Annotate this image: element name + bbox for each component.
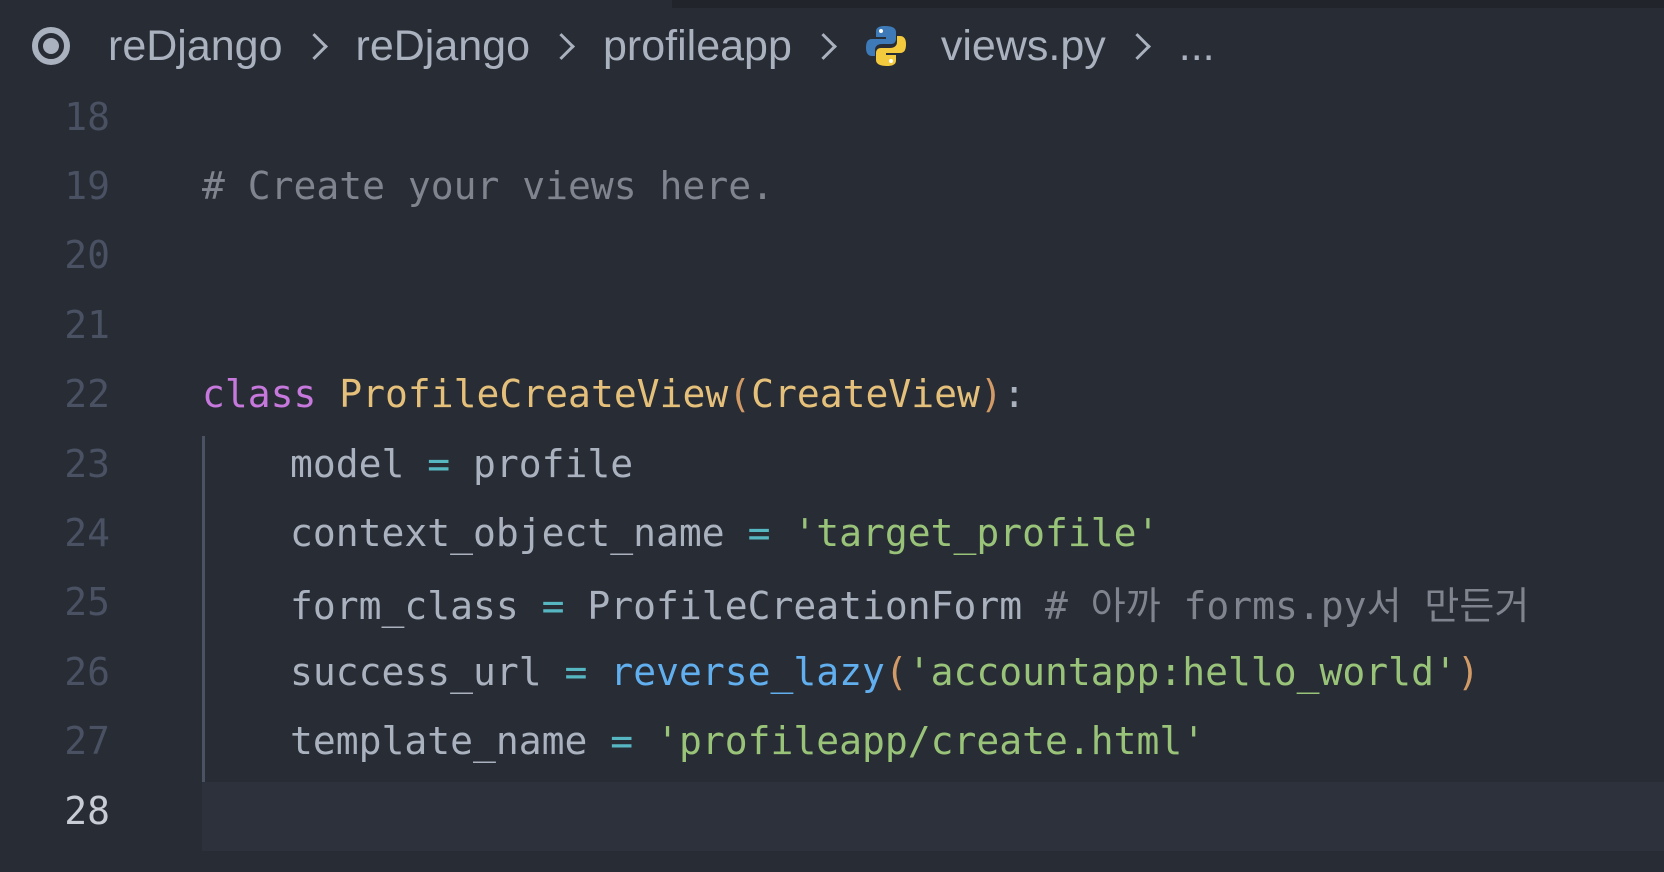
code-text: class ProfileCreateView(CreateView): <box>202 372 1026 416</box>
code-token: = <box>518 583 588 628</box>
chevron-right-icon <box>809 32 837 60</box>
breadcrumb: reDjango reDjango profileapp views.py ..… <box>0 8 1664 84</box>
chevron-right-icon <box>1123 32 1151 60</box>
line-number: 18 <box>64 94 110 139</box>
code-line[interactable]: 27 template_name = 'profileapp/create.htm… <box>0 707 1664 776</box>
code-line[interactable]: 28 <box>0 776 1664 845</box>
code-token: ) <box>979 372 1003 417</box>
line-number: 24 <box>64 510 110 555</box>
code-token: : <box>1002 372 1026 417</box>
chevron-right-icon <box>548 32 575 60</box>
breadcrumb-item-folder[interactable]: profileapp <box>599 22 796 71</box>
code-token: ( <box>728 372 752 417</box>
line-number: 23 <box>64 441 110 486</box>
code-token: 'accountapp:hello_world' <box>907 649 1457 694</box>
line-number: 27 <box>64 719 110 764</box>
code-token: 'profileapp/create.html' <box>656 719 1206 764</box>
code-line[interactable]: 24 context_object_name = 'target_profile' <box>0 498 1664 567</box>
code-line[interactable]: 25 form_class = ProfileCreationForm # 아까 … <box>0 568 1664 637</box>
code-text: context_object_name = 'target_profile' <box>290 511 1159 555</box>
line-number: 22 <box>64 372 110 417</box>
code-token: model <box>290 441 405 486</box>
code-token: template_name <box>290 719 588 764</box>
breadcrumb-item-workspace[interactable]: reDjango <box>104 22 287 71</box>
code-line[interactable]: 20 <box>0 221 1664 290</box>
code-token: ( <box>884 649 908 694</box>
circle-dot-icon <box>32 27 70 65</box>
code-token: CreateView <box>751 372 980 417</box>
line-number: 20 <box>64 233 110 278</box>
line-number: 25 <box>64 580 110 625</box>
code-line[interactable]: 22 class ProfileCreateView(CreateView): <box>0 360 1664 429</box>
line-number: 19 <box>64 163 110 208</box>
code-line[interactable]: 21 <box>0 290 1664 359</box>
code-token: class <box>202 372 317 417</box>
code-token: # 아까 forms.py서 만든거 <box>1022 583 1530 628</box>
code-token: ) <box>1456 649 1480 694</box>
code-token: reverse_lazy <box>610 649 885 694</box>
code-token: # Create your views here. <box>202 163 774 208</box>
code-token: form_class <box>290 583 519 628</box>
code-line[interactable]: 26 success_url = reverse_lazy('accountapp… <box>0 637 1664 706</box>
line-number: 21 <box>64 302 110 347</box>
breadcrumb-item-file[interactable]: views.py <box>937 22 1110 71</box>
code-line[interactable]: 23 model = profile <box>0 429 1664 498</box>
top-strip <box>672 0 1664 8</box>
code-token: ProfileCreateView <box>339 372 729 417</box>
code-token: ProfileCreationForm <box>587 583 1023 628</box>
code-token: success_url <box>290 649 542 694</box>
python-icon <box>865 26 906 66</box>
code-token: 'target_profile' <box>793 510 1160 555</box>
breadcrumb-item-symbol[interactable]: ... <box>1175 22 1219 71</box>
code-text: form_class = ProfileCreationForm # 아까 fo… <box>290 575 1529 630</box>
code-line[interactable]: 19 # Create your views here. <box>0 151 1664 220</box>
code-text: template_name = 'profileapp/create.html' <box>290 719 1205 763</box>
breadcrumb-item-project[interactable]: reDjango <box>352 22 535 71</box>
code-token: = <box>587 719 657 764</box>
code-token: = <box>541 649 611 694</box>
code-text: # Create your views here. <box>202 164 774 208</box>
line-number: 26 <box>64 649 110 694</box>
code-token: context_object_name <box>290 510 725 555</box>
code-text: success_url = reverse_lazy('accountapp:h… <box>290 650 1480 694</box>
chevron-right-icon <box>300 32 328 60</box>
code-text: model = profile <box>290 442 633 486</box>
code-token: profile <box>473 441 634 486</box>
code-line[interactable]: 18 <box>0 82 1664 151</box>
line-number: 28 <box>64 788 110 833</box>
code-token: = <box>724 510 794 555</box>
code-token: = <box>404 441 474 486</box>
code-editor[interactable]: 18 19 # Create your views here. 20 21 22 class… <box>0 88 1664 872</box>
